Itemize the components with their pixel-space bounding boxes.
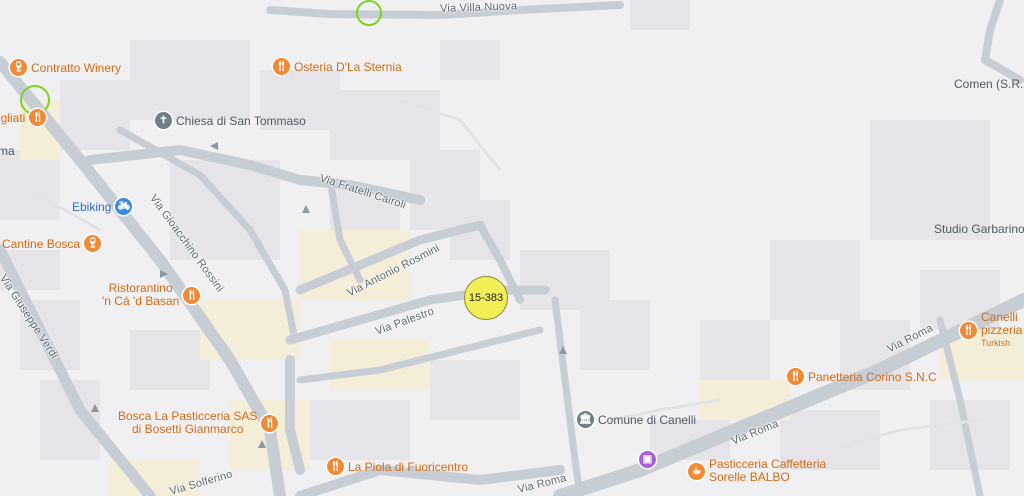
- arrow-up-icon: [559, 346, 567, 354]
- map-canvas[interactable]: 15-383 Via Villa Nuova Via Fratelli Cair…: [0, 0, 1024, 496]
- arrow-up-icon: [302, 205, 310, 213]
- arrow-left-icon: [210, 142, 218, 150]
- arrow-up-icon: [91, 404, 99, 412]
- one-way-arrows: [91, 142, 567, 448]
- arrow-right-icon: [160, 270, 168, 278]
- arrow-down-icon: [258, 440, 266, 448]
